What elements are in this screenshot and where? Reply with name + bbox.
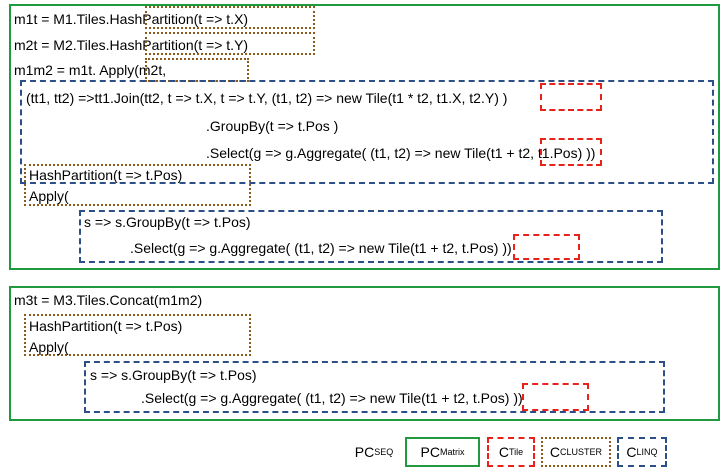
- cluster-box-hash-y: [145, 32, 315, 55]
- legend-ctile: C Tile: [487, 437, 535, 467]
- legend-ccluster-sub: CLUSTER: [560, 447, 603, 457]
- legend-pcseq-label: PC: [354, 444, 375, 460]
- tile-box-add-3: [522, 383, 589, 411]
- legend-pcseq-sub: SEQ: [374, 447, 394, 457]
- legend-ctile-label: C: [498, 444, 509, 460]
- cluster-box-apply: [145, 58, 249, 82]
- cluster-box-hash-x: [145, 6, 315, 29]
- code-line-hash-pos-2: HashPartition(t => t.Pos): [29, 318, 183, 334]
- code-line-s-groupby: s => s.GroupBy(t => t.Pos): [84, 214, 251, 230]
- code-line-s-select-2: .Select(g => g.Aggregate( (t1, t2) => ne…: [141, 390, 523, 406]
- code-line-hash-pos: HashPartition(t => t.Pos): [29, 167, 183, 183]
- tile-box-add-1: [540, 138, 602, 166]
- legend-pcmatrix-label: PC: [420, 444, 440, 460]
- code-line-join: (tt1, tt2) =>tt1.Join(tt2, t => t.X, t =…: [26, 90, 508, 106]
- code-line-apply-2: Apply(: [29, 339, 69, 355]
- tile-box-add-2: [513, 234, 580, 260]
- code-line-s-groupby-2: s => s.GroupBy(t => t.Pos): [90, 367, 257, 383]
- legend-pcmatrix: PC Matrix: [405, 437, 480, 467]
- legend-ccluster: C CLUSTER: [541, 437, 611, 467]
- code-line-s-select: .Select(g => g.Aggregate( (t1, t2) => ne…: [130, 240, 512, 256]
- legend-clinq: C LINQ: [617, 437, 667, 467]
- code-line-select: .Select(g => g.Aggregate( (t1, t2) => ne…: [206, 145, 596, 161]
- legend-pcseq: PC SEQ: [348, 437, 400, 467]
- legend-pcmatrix-sub: Matrix: [439, 447, 465, 457]
- code-line-groupby: .GroupBy(t => t.Pos ): [206, 118, 339, 134]
- code-line-apply: Apply(: [29, 188, 69, 204]
- legend-clinq-label: C: [626, 444, 637, 460]
- legend-ccluster-label: C: [549, 444, 561, 460]
- code-line-m1m2: m1m2 = m1t. Apply(m2t,: [14, 62, 167, 78]
- legend-clinq-sub: LINQ: [636, 447, 658, 457]
- tile-box-mult: [540, 83, 602, 111]
- legend-ctile-sub: Tile: [508, 447, 524, 457]
- code-line-m3t: m3t = M3.Tiles.Concat(m1m2): [14, 292, 203, 308]
